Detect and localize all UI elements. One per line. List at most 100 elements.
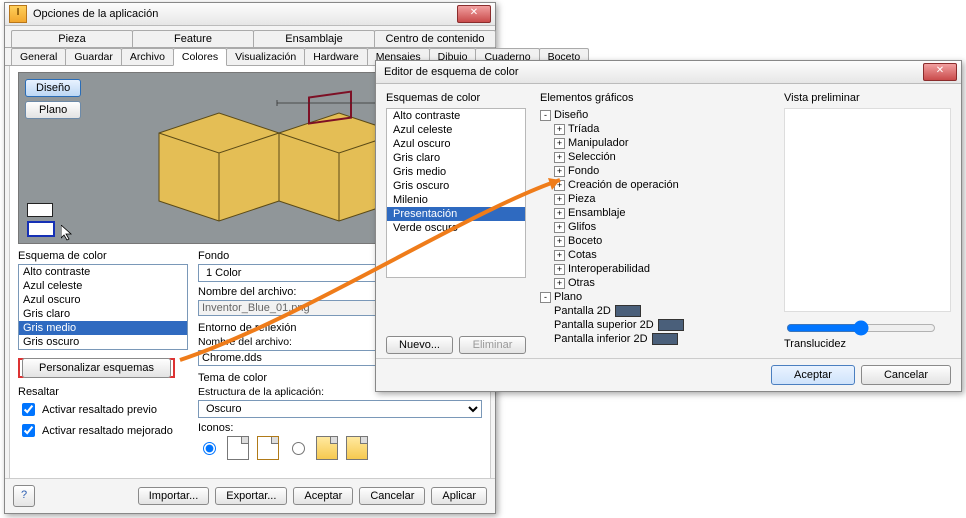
expand-icon[interactable]: + xyxy=(554,208,565,219)
tab-colores[interactable]: Colores xyxy=(173,48,227,66)
expand-icon[interactable]: + xyxy=(554,194,565,205)
scheme-editor-window: Editor de esquema de color ✕ Esquemas de… xyxy=(375,60,962,392)
ed-scheme-item[interactable]: Alto contraste xyxy=(387,109,525,123)
tab-row-upper: Pieza Feature Ensamblaje Centro de conte… xyxy=(5,26,495,48)
icon-style-row xyxy=(198,436,482,460)
chk-improved-highlight[interactable]: Activar resaltado mejorado xyxy=(18,421,188,440)
tab-archivo[interactable]: Archivo xyxy=(121,48,174,65)
ed-schemes-label: Esquemas de color xyxy=(386,92,526,104)
ed-scheme-item[interactable]: Presentación xyxy=(387,207,525,221)
color-swatch[interactable] xyxy=(658,319,684,331)
expand-icon[interactable]: + xyxy=(554,166,565,177)
ed-cancel-button[interactable]: Cancelar xyxy=(861,365,951,385)
translucency-label: Translucidez xyxy=(784,338,951,350)
swatch-white[interactable] xyxy=(27,203,53,217)
ed-accept-button[interactable]: Aceptar xyxy=(771,365,855,385)
tree-node[interactable]: +Pieza xyxy=(540,192,770,206)
tree-node[interactable]: Pantalla superior 2D xyxy=(540,318,770,332)
tree-node[interactable]: -Diseño xyxy=(540,108,770,122)
customize-highlight: Personalizar esquemas xyxy=(18,358,175,378)
tree-node[interactable]: +Ensamblaje xyxy=(540,206,770,220)
apply-button[interactable]: Aplicar xyxy=(431,487,487,505)
expand-icon[interactable]: + xyxy=(554,236,565,247)
expand-icon[interactable]: + xyxy=(554,278,565,289)
icons-label: Iconos: xyxy=(198,422,482,434)
ed-scheme-item[interactable]: Azul oscuro xyxy=(387,137,525,151)
expand-icon[interactable]: + xyxy=(554,124,565,135)
tree-node[interactable]: Pantalla 2D xyxy=(540,304,770,318)
editor-titlebar[interactable]: Editor de esquema de color ✕ xyxy=(376,61,961,84)
import-button[interactable]: Importar... xyxy=(138,487,210,505)
collapse-icon[interactable]: - xyxy=(540,292,551,303)
scheme-listbox[interactable]: Alto contrasteAzul celesteAzul oscuroGri… xyxy=(18,264,188,350)
chk-prev-highlight[interactable]: Activar resaltado previo xyxy=(18,400,188,419)
help-icon[interactable]: ? xyxy=(13,485,35,507)
color-swatch[interactable] xyxy=(615,305,641,317)
customize-schemes-button[interactable]: Personalizar esquemas xyxy=(22,358,171,378)
tree-node[interactable]: +Manipulador xyxy=(540,136,770,150)
ed-scheme-item[interactable]: Gris oscuro xyxy=(387,179,525,193)
tab-guardar[interactable]: Guardar xyxy=(65,48,122,65)
tree-node[interactable]: +Tríada xyxy=(540,122,770,136)
tree-node[interactable]: +Fondo xyxy=(540,164,770,178)
editor-body: Esquemas de color Alto contrasteAzul cel… xyxy=(376,84,961,362)
ed-scheme-item[interactable]: Gris medio xyxy=(387,165,525,179)
expand-icon[interactable]: + xyxy=(554,180,565,191)
scheme-item[interactable]: Azul oscuro xyxy=(19,293,187,307)
expand-icon[interactable]: + xyxy=(554,152,565,163)
doc-icon-yellow xyxy=(316,436,338,460)
scheme-item[interactable]: Azul celeste xyxy=(19,279,187,293)
tree-node[interactable]: -Plano xyxy=(540,290,770,304)
tree-node[interactable]: +Otras xyxy=(540,276,770,290)
elements-tree[interactable]: -Diseño+Tríada+Manipulador+Selección+Fon… xyxy=(540,108,770,346)
tree-node[interactable]: +Boceto xyxy=(540,234,770,248)
editor-title: Editor de esquema de color xyxy=(380,66,923,78)
ed-scheme-item[interactable]: Milenio xyxy=(387,193,525,207)
scheme-item[interactable]: Gris oscuro xyxy=(19,335,187,349)
editor-bottombar: Aceptar Cancelar xyxy=(376,358,961,391)
new-button[interactable]: Nuevo... xyxy=(386,336,453,354)
translucency-slider[interactable] xyxy=(786,320,936,336)
tab-general[interactable]: General xyxy=(11,48,66,65)
tab-visualizacion[interactable]: Visualización xyxy=(226,48,305,65)
highlight-label: Resaltar xyxy=(18,386,188,398)
export-button[interactable]: Exportar... xyxy=(215,487,287,505)
tree-node[interactable]: +Selección xyxy=(540,150,770,164)
close-icon[interactable]: ✕ xyxy=(923,63,957,81)
tree-node[interactable]: +Interoperabilidad xyxy=(540,262,770,276)
delete-button[interactable]: Eliminar xyxy=(459,336,526,354)
struct-select[interactable]: Oscuro xyxy=(198,400,482,418)
scheme-item[interactable]: Gris claro xyxy=(19,307,187,321)
tab-ensamblaje[interactable]: Ensamblaje xyxy=(253,30,375,47)
doc-icon-yellow xyxy=(346,436,368,460)
ed-schemes-list[interactable]: Alto contrasteAzul celesteAzul oscuroGri… xyxy=(386,108,526,278)
ed-scheme-item[interactable]: Gris claro xyxy=(387,151,525,165)
tree-node[interactable]: +Glifos xyxy=(540,220,770,234)
cancel-button[interactable]: Cancelar xyxy=(359,487,425,505)
tree-node[interactable]: +Cotas xyxy=(540,248,770,262)
expand-icon[interactable]: + xyxy=(554,138,565,149)
close-icon[interactable]: ✕ xyxy=(457,5,491,23)
ed-scheme-item[interactable]: Azul celeste xyxy=(387,123,525,137)
tab-pieza[interactable]: Pieza xyxy=(11,30,133,47)
expand-icon[interactable]: + xyxy=(554,250,565,261)
scheme-item[interactable]: Gris medio xyxy=(19,321,187,335)
ed-scheme-item[interactable]: Verde oscuro xyxy=(387,221,525,235)
scheme-item[interactable]: Alto contraste xyxy=(19,265,187,279)
tab-centro-contenido[interactable]: Centro de contenido xyxy=(374,30,496,47)
options-title: Opciones de la aplicación xyxy=(33,8,457,20)
tree-node[interactable]: Pantalla inferior 2D xyxy=(540,332,770,346)
tab-hardware[interactable]: Hardware xyxy=(304,48,368,65)
design-mode-button[interactable]: Diseño xyxy=(25,79,81,97)
tree-node[interactable]: +Creación de operación xyxy=(540,178,770,192)
scheme-item[interactable]: Milenio xyxy=(19,349,187,350)
color-swatch[interactable] xyxy=(652,333,678,345)
expand-icon[interactable]: + xyxy=(554,264,565,275)
expand-icon[interactable]: + xyxy=(554,222,565,233)
collapse-icon[interactable]: - xyxy=(540,110,551,121)
options-titlebar[interactable]: I Opciones de la aplicación ✕ xyxy=(5,3,495,26)
plane-mode-button[interactable]: Plano xyxy=(25,101,81,119)
swatch-blue[interactable] xyxy=(27,221,55,237)
accept-button[interactable]: Aceptar xyxy=(293,487,353,505)
tab-feature[interactable]: Feature xyxy=(132,30,254,47)
